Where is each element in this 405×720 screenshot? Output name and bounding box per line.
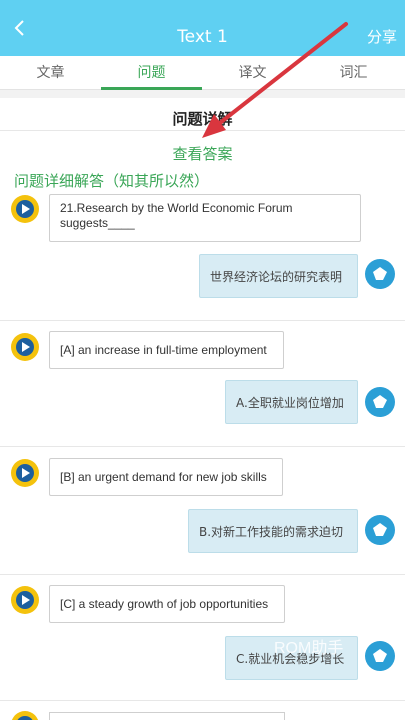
answer-bubble: 世界经济论坛的研究表明 [199, 254, 358, 298]
section-separator [0, 90, 405, 98]
play-avatar-icon[interactable] [10, 585, 40, 615]
row-divider [0, 574, 405, 575]
row-divider [0, 320, 405, 321]
row-divider [0, 700, 405, 701]
view-answer-button[interactable]: 查看答案 [0, 143, 405, 164]
tab-article[interactable]: 文章 [0, 56, 101, 90]
answer-bubble: B.对新工作技能的需求迫切 [188, 509, 358, 553]
divider [0, 130, 405, 131]
tab-vocabulary[interactable]: 词汇 [303, 56, 404, 90]
play-avatar-icon[interactable] [10, 332, 40, 362]
play-avatar-icon[interactable] [10, 458, 40, 488]
explanation-subtitle: 问题详细解答（知其所以然） [14, 172, 210, 190]
app-header: Text 1 分享 [0, 0, 405, 56]
watermark: ROM助手 [274, 640, 344, 657]
play-avatar-icon[interactable] [10, 194, 40, 224]
assistant-avatar-icon [365, 641, 395, 671]
tab-bar: 文章 问题 译文 词汇 [0, 56, 405, 90]
tab-translation[interactable]: 译文 [202, 56, 303, 90]
assistant-avatar-icon [365, 515, 395, 545]
question-bubble: [A] an increase in full-time employment [49, 331, 284, 369]
assistant-avatar-icon [365, 259, 395, 289]
answer-bubble: A.全职就业岗位增加 [225, 380, 358, 424]
section-title: 问题详解 [172, 110, 233, 128]
question-bubble-partial [49, 712, 285, 720]
page-title: Text 1 [177, 27, 228, 47]
tab-questions[interactable]: 问题 [101, 56, 202, 90]
row-divider [0, 446, 405, 447]
play-avatar-icon[interactable] [10, 710, 40, 720]
assistant-avatar-icon [365, 387, 395, 417]
question-bubble: [C] a steady growth of job opportunities [49, 585, 285, 623]
share-button[interactable]: 分享 [367, 0, 397, 56]
question-bubble: 21.Research by the World Economic Forum … [49, 194, 361, 242]
question-bubble: [B] an urgent demand for new job skills [49, 458, 283, 496]
